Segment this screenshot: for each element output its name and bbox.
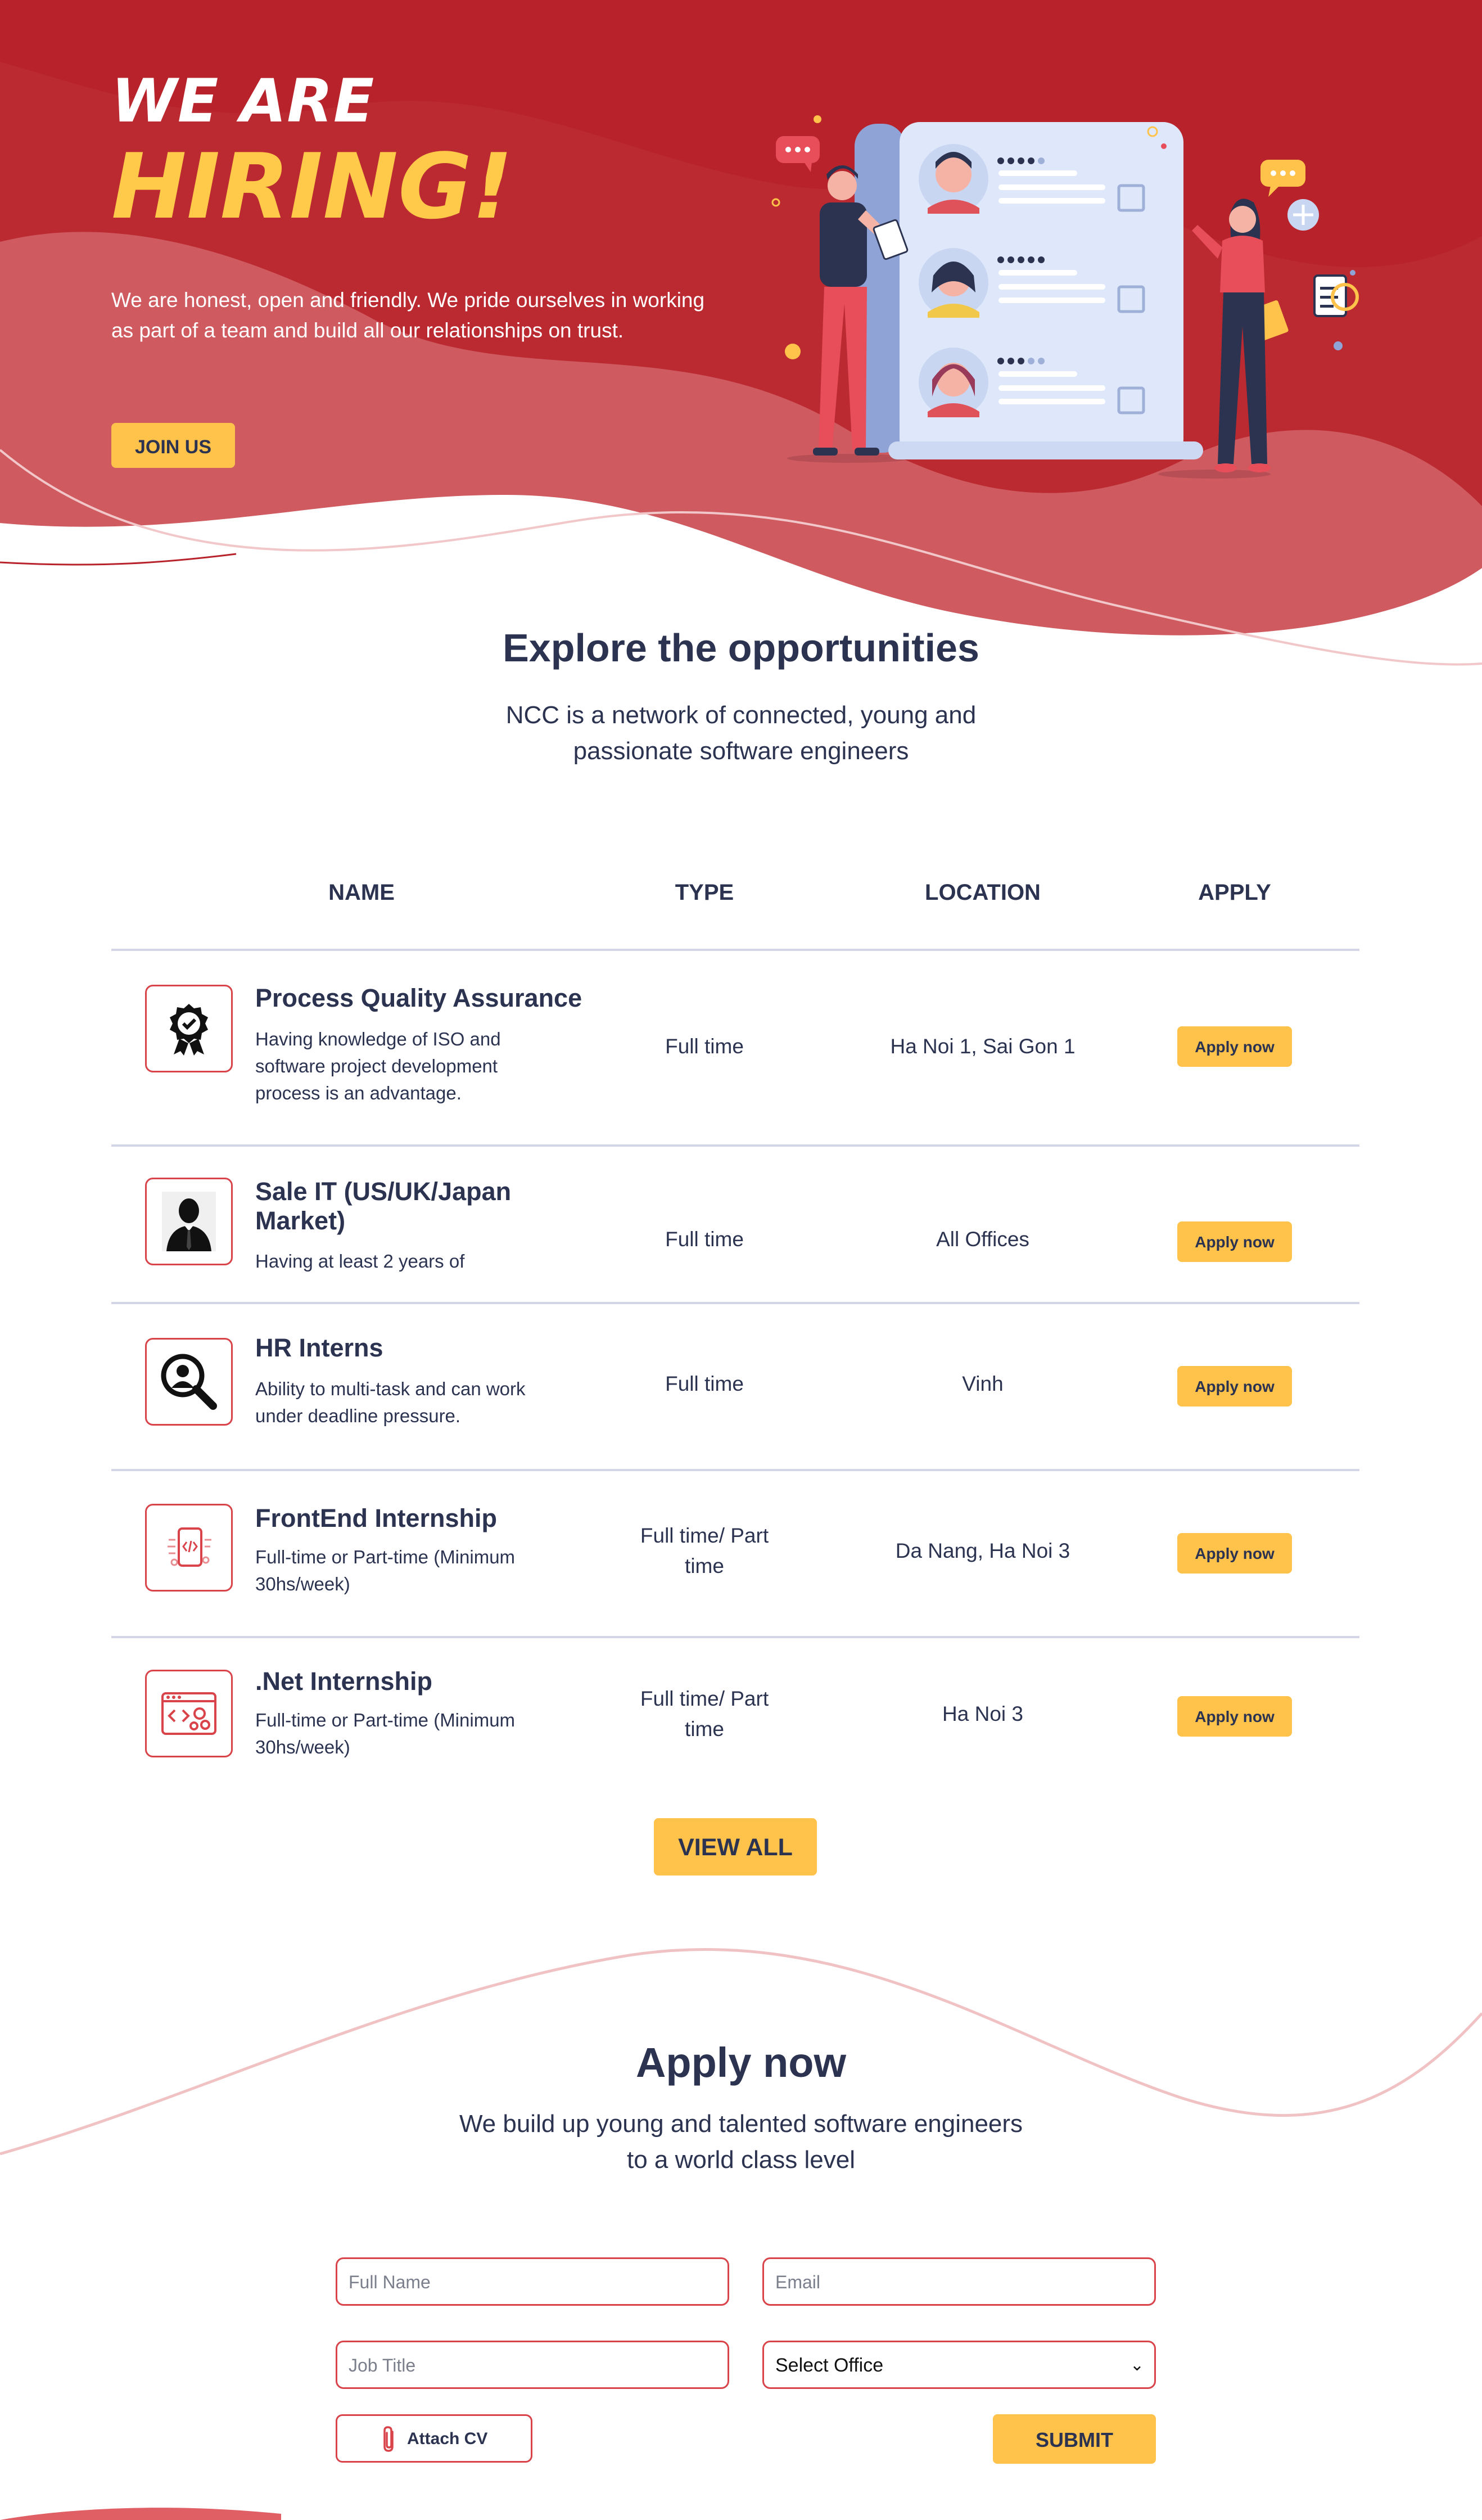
explore-subtitle-line1: NCC is a network of connected, young and xyxy=(505,701,977,729)
paperclip-icon xyxy=(383,2426,394,2452)
job-type-line: Full time/ Part xyxy=(640,1524,769,1547)
apply-now-button[interactable]: Apply now xyxy=(1177,1026,1292,1067)
job-type: Full time/ Part time xyxy=(617,1521,792,1581)
job-description-line: Full-time or Part-time (Minimum xyxy=(255,1710,516,1730)
job-title-line: Sale IT (US/UK/Japan xyxy=(255,1177,512,1206)
apply-subtitle-line1: We build up young and talented software … xyxy=(459,2110,1023,2138)
chevron-down-icon: ⌄ xyxy=(1129,2356,1144,2374)
apply-now-button[interactable]: Apply now xyxy=(1177,1221,1292,1262)
job-type: Full time xyxy=(665,1228,744,1251)
job-description-line: software project development xyxy=(255,1056,498,1076)
view-all-button[interactable]: VIEW ALL xyxy=(654,1818,817,1876)
job-description-line: under deadline pressure. xyxy=(255,1405,461,1426)
code-device-icon xyxy=(145,1504,233,1592)
header-name: NAME xyxy=(328,880,395,905)
job-description-line: 30hs/week) xyxy=(255,1574,350,1594)
job-title[interactable]: .Net Internship xyxy=(255,1667,604,1696)
job-type: Full time xyxy=(665,1372,744,1395)
table-row: FrontEnd Internship Full-time or Part-ti… xyxy=(111,1471,1359,1636)
join-us-button[interactable]: JOIN US xyxy=(111,423,235,468)
hero-description: We are honest, open and friendly. We pri… xyxy=(111,288,705,342)
header-type: TYPE xyxy=(675,880,734,905)
job-description: Full-time or Part-time (Minimum 30hs/wee… xyxy=(255,1544,570,1598)
job-type-line: Full time/ Part xyxy=(640,1687,769,1710)
attach-cv-label: Attach CV xyxy=(407,2429,488,2448)
hero-section: WE ARE HIRING! We are honest, open and f… xyxy=(0,0,1482,675)
job-description: Having knowledge of ISO and software pro… xyxy=(255,1026,570,1107)
job-description-line: Ability to multi-task and can work xyxy=(255,1378,526,1399)
apply-now-button[interactable]: Apply now xyxy=(1177,1366,1292,1406)
job-type-line: time xyxy=(685,1717,724,1741)
office-select-value: Select Office xyxy=(775,2355,884,2376)
award-ribbon-icon xyxy=(145,985,233,1072)
explore-subtitle-line2: passionate software engineers xyxy=(573,737,909,765)
job-description: Ability to multi-task and can work under… xyxy=(255,1376,570,1430)
user-search-icon xyxy=(145,1338,233,1426)
table-row: HR Interns Ability to multi-task and can… xyxy=(111,1304,1359,1469)
explore-subtitle: NCC is a network of connected, young and… xyxy=(0,697,1482,769)
job-description-line: Full-time or Part-time (Minimum xyxy=(255,1547,516,1567)
job-title-line: Market) xyxy=(255,1206,346,1235)
header-location: LOCATION xyxy=(925,880,1041,905)
header-apply: APPLY xyxy=(1198,880,1271,905)
hero-heading-line1: WE ARE xyxy=(111,66,375,136)
apply-subtitle-line2: to a world class level xyxy=(627,2146,855,2174)
job-description-line: 30hs/week) xyxy=(255,1737,350,1757)
table-row: Sale IT (US/UK/Japan Market) Having at l… xyxy=(111,1147,1359,1302)
apply-subtitle: We build up young and talented software … xyxy=(0,2106,1482,2178)
hiring-illustration xyxy=(771,115,1359,479)
job-description-line: process is an advantage. xyxy=(255,1083,462,1103)
job-title-input[interactable]: Job Title xyxy=(336,2341,729,2389)
job-title[interactable]: HR Interns xyxy=(255,1333,604,1363)
job-title[interactable]: Sale IT (US/UK/Japan Market) xyxy=(255,1177,604,1236)
businessman-icon xyxy=(145,1178,233,1265)
job-location: Vinh xyxy=(962,1372,1004,1395)
jobs-table-header: NAME TYPE LOCATION APPLY xyxy=(111,880,1359,914)
job-type: Full time xyxy=(665,1035,744,1058)
table-row: .Net Internship Full-time or Part-time (… xyxy=(111,1638,1359,1784)
job-description-line: Having knowledge of ISO and xyxy=(255,1029,501,1049)
job-location: Ha Noi 1, Sai Gon 1 xyxy=(890,1035,1076,1058)
job-location: All Offices xyxy=(936,1228,1029,1251)
apply-now-button[interactable]: Apply now xyxy=(1177,1696,1292,1737)
job-title[interactable]: FrontEnd Internship xyxy=(255,1504,604,1533)
email-input[interactable]: Email xyxy=(762,2257,1156,2306)
job-title[interactable]: Process Quality Assurance xyxy=(255,984,604,1013)
explore-title: Explore the opportunities xyxy=(503,626,979,670)
hero-heading-line2: HIRING! xyxy=(111,134,513,239)
job-description: Full-time or Part-time (Minimum 30hs/wee… xyxy=(255,1707,570,1761)
full-name-input[interactable]: Full Name xyxy=(336,2257,729,2306)
submit-button[interactable]: SUBMIT xyxy=(993,2414,1156,2464)
job-type-line: time xyxy=(685,1554,724,1577)
footer-wave xyxy=(0,2508,281,2520)
code-window-gears-icon xyxy=(145,1670,233,1757)
job-location: Ha Noi 3 xyxy=(942,1702,1023,1725)
job-type: Full time/ Part time xyxy=(617,1684,792,1744)
job-description: Having at least 2 years of xyxy=(255,1248,570,1275)
table-row: Process Quality Assurance Having knowled… xyxy=(111,951,1359,1144)
attach-cv-button[interactable]: Attach CV xyxy=(336,2414,532,2463)
job-description-line: Having at least 2 years of xyxy=(255,1251,465,1272)
office-select[interactable]: Select Office ⌄ xyxy=(762,2341,1156,2389)
apply-now-button[interactable]: Apply now xyxy=(1177,1533,1292,1574)
apply-title: Apply now xyxy=(635,2039,847,2086)
hero-text-block: WE ARE HIRING! We are honest, open and f… xyxy=(111,65,730,346)
job-location: Da Nang, Ha Noi 3 xyxy=(895,1539,1070,1562)
